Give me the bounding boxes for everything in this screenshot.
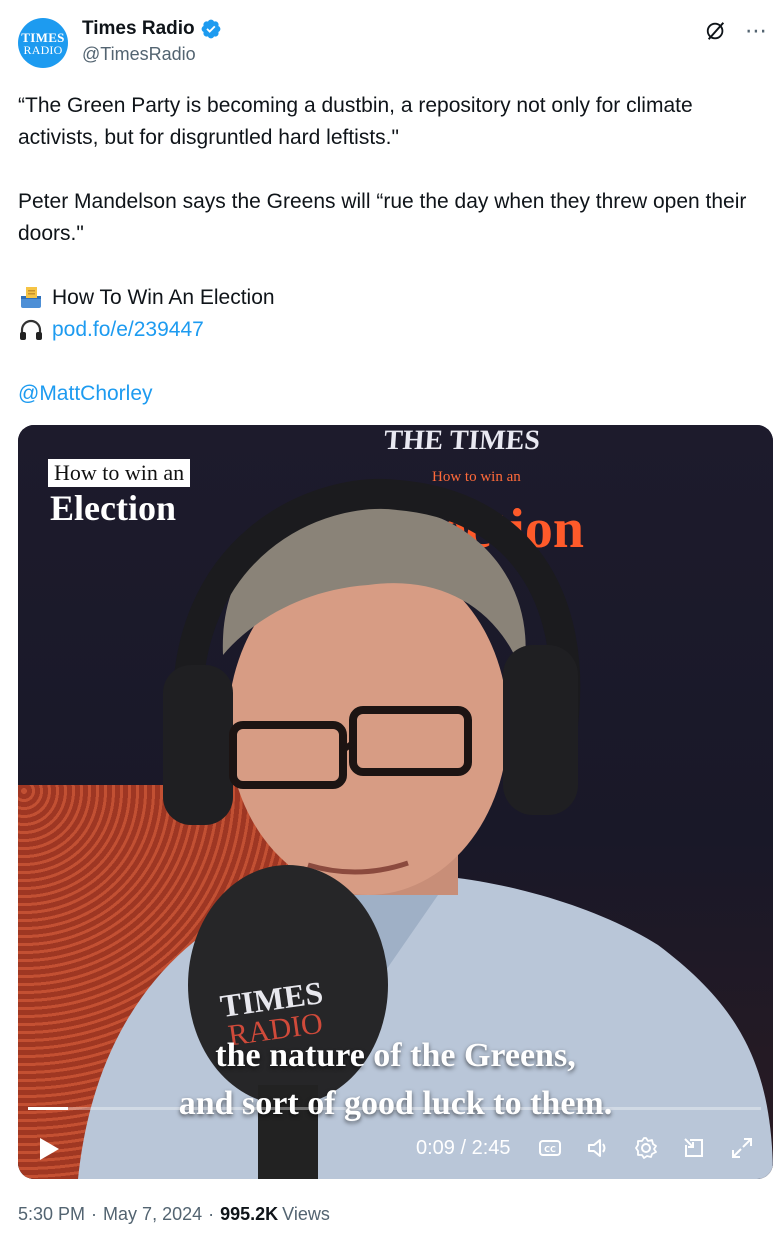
avatar-text-line1: TIMES <box>21 29 65 45</box>
views-count: 995.2K <box>220 1204 279 1224</box>
header-actions: ⋯ <box>705 20 768 42</box>
display-name[interactable]: Times Radio <box>82 18 195 40</box>
avatar-text-line2: RADIO <box>23 42 63 57</box>
tweet-date[interactable]: May 7, 2024 <box>103 1204 202 1225</box>
show-title: How To Win An Election <box>52 286 275 309</box>
video-badge-small: How to win an <box>48 459 191 487</box>
tweet-time[interactable]: 5:30 PM <box>18 1204 85 1225</box>
show-line: How To Win An Election <box>18 282 778 314</box>
video-controls: 0:09 / 2:45 CC <box>18 1125 773 1173</box>
tweet-footer: 5:30 PM · May 7, 2024 · 995.2K Views <box>18 1204 330 1225</box>
tweet-quote: “The Green Party is becoming a dustbin, … <box>18 94 693 149</box>
handle[interactable]: @TimesRadio <box>82 44 196 65</box>
settings-icon[interactable] <box>633 1135 659 1161</box>
video-player[interactable]: THE TIMES How to win an Election TIMES R… <box>18 425 773 1179</box>
separator: · <box>208 1204 215 1224</box>
avatar[interactable]: TIMES RADIO <box>18 18 68 68</box>
podcast-link[interactable]: pod.fo/e/239447 <box>52 314 204 346</box>
headphones-icon <box>20 319 42 340</box>
tweet-paragraph: Peter Mandelson says the Greens will “ru… <box>18 190 747 245</box>
verified-badge-icon <box>201 19 221 39</box>
grok-icon[interactable] <box>705 20 727 42</box>
ballot-box-icon <box>21 287 41 308</box>
more-icon[interactable]: ⋯ <box>745 20 768 42</box>
mention-link[interactable]: @MattChorley <box>18 382 153 405</box>
volume-icon[interactable] <box>585 1135 611 1161</box>
video-badge-big: Election <box>50 488 176 528</box>
pip-icon[interactable] <box>681 1135 707 1161</box>
video-subtitle-line1: the nature of the Greens, <box>215 1037 576 1074</box>
video-subtitle-line2: and sort of good luck to them. <box>178 1085 613 1122</box>
progress-bar[interactable] <box>28 1107 761 1110</box>
captions-icon[interactable]: CC <box>537 1135 563 1161</box>
tweet-text: “The Green Party is becoming a dustbin, … <box>18 90 778 410</box>
views-label: Views <box>282 1204 330 1224</box>
progress-fill <box>28 1107 69 1110</box>
play-icon[interactable] <box>38 1137 60 1161</box>
fullscreen-icon[interactable] <box>729 1135 755 1161</box>
tweet-header: TIMES RADIO Times Radio @TimesRadio ⋯ <box>18 14 768 72</box>
name-line: Times Radio <box>82 18 222 40</box>
separator: · <box>91 1204 98 1224</box>
svg-text:CC: CC <box>544 1145 556 1154</box>
podcast-line: pod.fo/e/239447 <box>18 314 778 346</box>
time-display: 0:09 / 2:45 <box>416 1137 511 1159</box>
